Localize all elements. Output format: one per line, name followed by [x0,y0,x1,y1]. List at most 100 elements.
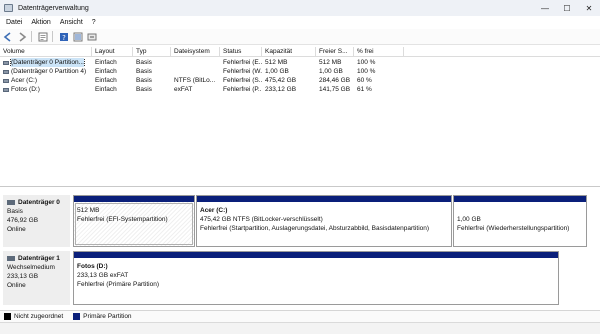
volume-filesystem: exFAT [174,86,193,93]
volume-capacity: 512 MB [265,59,288,66]
menu-datei[interactable]: Datei [6,19,22,26]
column-prozent-frei[interactable]: % frei [354,47,404,57]
volume-name: Acer (C:) [11,77,37,84]
column-volume[interactable]: Volume [0,47,92,57]
partition-title: Fotos (D:) [77,263,108,270]
partition-title: Acer (C:) [200,207,228,214]
partition-fotos-d[interactable]: Fotos (D:) 233,13 GB exFAT Fehlerfrei (P… [73,251,559,305]
partition-acer-c[interactable]: Acer (C:) 475,42 GB NTFS (BitLocker-vers… [196,195,452,247]
disk-name: Datenträger 0 [18,199,60,206]
volume-free-space: 512 MB [319,59,342,66]
volume-capacity: 475,42 GB [265,77,297,84]
close-button[interactable]: ✕ [578,0,600,16]
volume-free-space: 284,46 GB [319,77,351,84]
list-icon[interactable] [72,31,84,43]
volume-list[interactable]: Volume Layout Typ Dateisystem Status Kap… [0,47,600,187]
volume-icon [3,87,9,92]
disk-state: Online [7,282,26,289]
volume-capacity: 1,00 GB [265,68,289,75]
toolbar: ? [0,29,600,45]
arrow-right-icon[interactable] [16,31,28,43]
volume-percent-free: 100 % [357,59,376,66]
partition-size: 475,42 GB NTFS (BitLocker-verschlüsselt) [200,216,323,223]
volume-layout: Einfach [95,68,117,75]
partition-status: Fehlerfrei (Primäre Partition) [77,281,159,288]
volume-filesystem [171,58,220,67]
volume-name: (Datenträger 0 Partition... [10,58,85,67]
legend-unallocated: Nicht zugeordnet [14,313,64,320]
column-layout[interactable]: Layout [92,47,133,57]
column-freier-speicher[interactable]: Freier S... [316,47,354,57]
volume-status: Fehlerfrei (E... [223,59,262,66]
menu-help[interactable]: ? [92,19,96,26]
column-typ[interactable]: Typ [133,47,171,57]
partition-size: 233,13 GB exFAT [77,272,129,279]
toolbar-separator [31,31,32,42]
partition-efi[interactable]: 512 MB Fehlerfrei (EFI-Systempartition) [73,195,195,247]
legend-primary: Primäre Partition [83,313,132,320]
unallocated-swatch [4,313,11,320]
disk-state: Online [7,226,26,233]
column-status[interactable]: Status [220,47,262,57]
title-bar: Datenträgerverwaltung — ☐ ✕ [0,0,600,16]
volume-type: Basis [136,59,152,66]
volume-row[interactable]: Fotos (D:) Einfach Basis exFAT Fehlerfre… [0,85,600,94]
legend: Nicht zugeordnet Primäre Partition [0,310,600,322]
window-title: Datenträgerverwaltung [18,4,89,12]
partition-status: Fehlerfrei (Wiederherstellungspartition) [457,225,570,232]
disk-type: Basis [7,208,23,215]
volume-free-space: 1,00 GB [319,68,343,75]
disk-size: 476,92 GB [7,217,39,224]
volume-icon [3,60,9,65]
disk-icon [7,256,15,261]
volume-type: Basis [136,68,152,75]
disk-1-label[interactable]: Datenträger 1 Wechselmedium 233,13 GB On… [3,251,70,305]
column-kapazitaet[interactable]: Kapazität [262,47,316,57]
volume-percent-free: 60 % [357,77,372,84]
help-icon[interactable]: ? [58,31,70,43]
disk-view[interactable]: Datenträger 0 Basis 476,92 GB Online 512… [0,188,600,310]
volume-status: Fehlerfrei (P... [223,86,262,93]
volume-type: Basis [136,77,152,84]
volume-name: (Datenträger 0 Partition 4) [11,68,87,75]
maximize-button[interactable]: ☐ [556,0,578,16]
menu-ansicht[interactable]: Ansicht [60,19,83,26]
partition-size: 1,00 GB [457,216,481,223]
volume-icon [3,69,9,74]
disk-name: Datenträger 1 [18,255,60,262]
volume-capacity: 233,12 GB [265,86,297,93]
disk-0-label[interactable]: Datenträger 0 Basis 476,92 GB Online [3,195,70,247]
partition-status: Fehlerfrei (EFI-Systempartition) [77,216,168,223]
disk-size: 233,13 GB [7,273,39,280]
volume-icon [3,78,9,83]
volume-row[interactable]: Acer (C:) Einfach Basis NTFS (BitLo... F… [0,76,600,85]
arrow-left-icon[interactable] [2,31,14,43]
column-dateisystem[interactable]: Dateisystem [171,47,220,57]
volume-percent-free: 100 % [357,68,376,75]
minimize-button[interactable]: — [534,0,556,16]
volume-row[interactable]: (Datenträger 0 Partition... Einfach Basi… [0,58,600,67]
primary-partition-swatch [73,313,81,320]
svg-text:?: ? [62,34,66,42]
volume-free-space: 141,75 GB [319,86,351,93]
volume-filesystem [171,67,220,76]
disk-management-icon [4,4,13,12]
menu-aktion[interactable]: Aktion [31,19,50,26]
menu-bar: Datei Aktion Ansicht ? [0,17,600,28]
volume-type: Basis [136,86,152,93]
volume-percent-free: 61 % [357,86,372,93]
partition-recovery[interactable]: 1,00 GB Fehlerfrei (Wiederherstellungspa… [453,195,587,247]
toolbar-separator [52,31,53,42]
volume-layout: Einfach [95,77,117,84]
volume-status: Fehlerfrei (S... [223,77,262,84]
partition-status: Fehlerfrei (Startpartition, Auslagerungs… [200,225,430,232]
volume-row[interactable]: (Datenträger 0 Partition 4) Einfach Basi… [0,67,600,76]
volume-filesystem: NTFS (BitLo... [174,77,216,84]
volume-name: Fotos (D:) [11,86,40,93]
status-bar [0,322,600,334]
refresh-icon[interactable] [86,31,98,43]
volume-status: Fehlerfrei (W... [223,68,262,75]
properties-icon[interactable] [37,31,49,43]
volume-layout: Einfach [95,59,117,66]
disk-type: Wechselmedium [7,264,55,271]
